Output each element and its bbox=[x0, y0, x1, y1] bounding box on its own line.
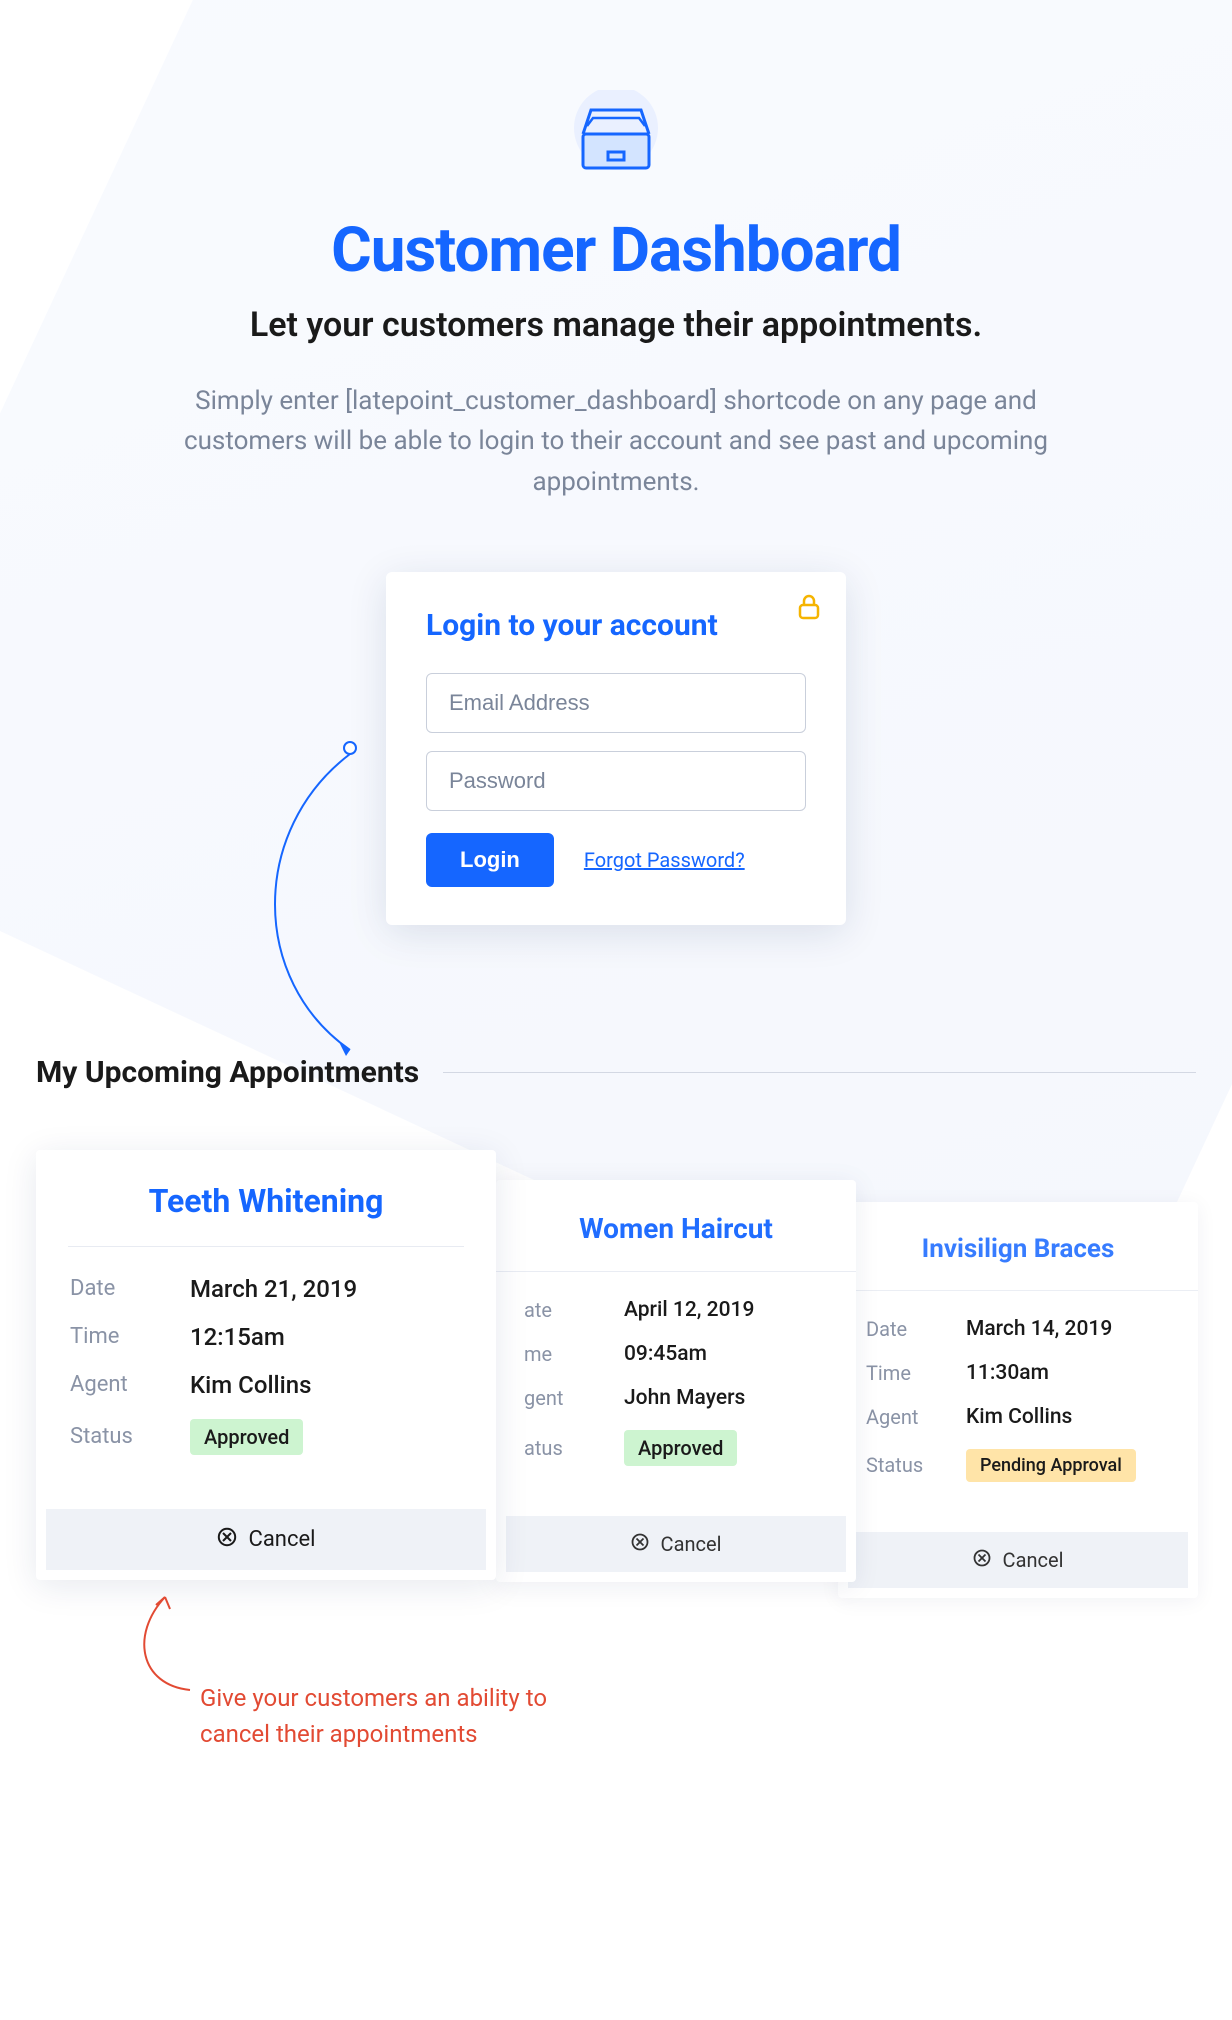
lock-icon bbox=[798, 594, 820, 624]
appointment-card: Invisilign Braces DateMarch 14, 2019 Tim… bbox=[838, 1202, 1198, 1598]
label-status: Status bbox=[70, 1424, 190, 1449]
login-card: Login to your account Login Forgot Passw… bbox=[386, 572, 846, 925]
annotation-text: Give your customers an ability to cancel… bbox=[200, 1680, 550, 1752]
label-time: Time bbox=[70, 1324, 190, 1349]
label-agent: gent bbox=[524, 1386, 624, 1410]
status-badge: Approved bbox=[624, 1430, 737, 1466]
value-date: April 12, 2019 bbox=[624, 1298, 754, 1322]
cancel-label: Cancel bbox=[249, 1527, 316, 1552]
label-agent: Agent bbox=[70, 1372, 190, 1397]
page-description: Simply enter [latepoint_customer_dashboa… bbox=[176, 381, 1056, 502]
value-agent: Kim Collins bbox=[190, 1371, 312, 1399]
value-date: March 14, 2019 bbox=[966, 1317, 1112, 1341]
status-badge: Approved bbox=[190, 1419, 303, 1455]
label-time: Time bbox=[866, 1361, 966, 1385]
cancel-icon bbox=[631, 1533, 649, 1555]
value-agent: Kim Collins bbox=[966, 1405, 1072, 1429]
drawer-icon bbox=[561, 90, 671, 184]
value-agent: John Mayers bbox=[624, 1386, 745, 1410]
email-field[interactable] bbox=[426, 673, 806, 733]
appointment-card: Teeth Whitening DateMarch 21, 2019 Time1… bbox=[36, 1150, 496, 1580]
cancel-icon bbox=[973, 1549, 991, 1571]
appointment-title: Invisilign Braces bbox=[838, 1202, 1198, 1291]
login-title: Login to your account bbox=[426, 608, 806, 643]
status-badge: Pending Approval bbox=[966, 1449, 1136, 1482]
appointment-title: Teeth Whitening bbox=[68, 1150, 464, 1247]
page-subtitle: Let your customers manage their appointm… bbox=[0, 305, 1232, 345]
label-status: atus bbox=[524, 1436, 624, 1460]
label-date: ate bbox=[524, 1298, 624, 1322]
password-field[interactable] bbox=[426, 751, 806, 811]
cancel-button[interactable]: Cancel bbox=[848, 1532, 1188, 1588]
cancel-label: Cancel bbox=[661, 1532, 722, 1556]
flow-arrow-icon bbox=[260, 740, 440, 1074]
cancel-button[interactable]: Cancel bbox=[506, 1516, 846, 1572]
cancel-label: Cancel bbox=[1003, 1548, 1064, 1572]
divider bbox=[443, 1072, 1196, 1073]
forgot-password-link[interactable]: Forgot Password? bbox=[584, 848, 745, 872]
label-status: Status bbox=[866, 1453, 966, 1477]
value-time: 11:30am bbox=[966, 1361, 1049, 1385]
cancel-icon bbox=[217, 1527, 237, 1551]
label-date: Date bbox=[70, 1276, 190, 1301]
appointment-card: Women Haircut ateApril 12, 2019 me09:45a… bbox=[496, 1180, 856, 1582]
page-title: Customer Dashboard bbox=[0, 214, 1232, 287]
login-button[interactable]: Login bbox=[426, 833, 554, 887]
value-date: March 21, 2019 bbox=[190, 1275, 357, 1303]
label-agent: Agent bbox=[866, 1405, 966, 1429]
label-date: Date bbox=[866, 1317, 966, 1341]
label-time: me bbox=[524, 1342, 624, 1366]
cancel-button[interactable]: Cancel bbox=[46, 1509, 486, 1570]
value-time: 09:45am bbox=[624, 1342, 707, 1366]
value-time: 12:15am bbox=[190, 1323, 285, 1351]
appointment-title: Women Haircut bbox=[496, 1180, 856, 1272]
